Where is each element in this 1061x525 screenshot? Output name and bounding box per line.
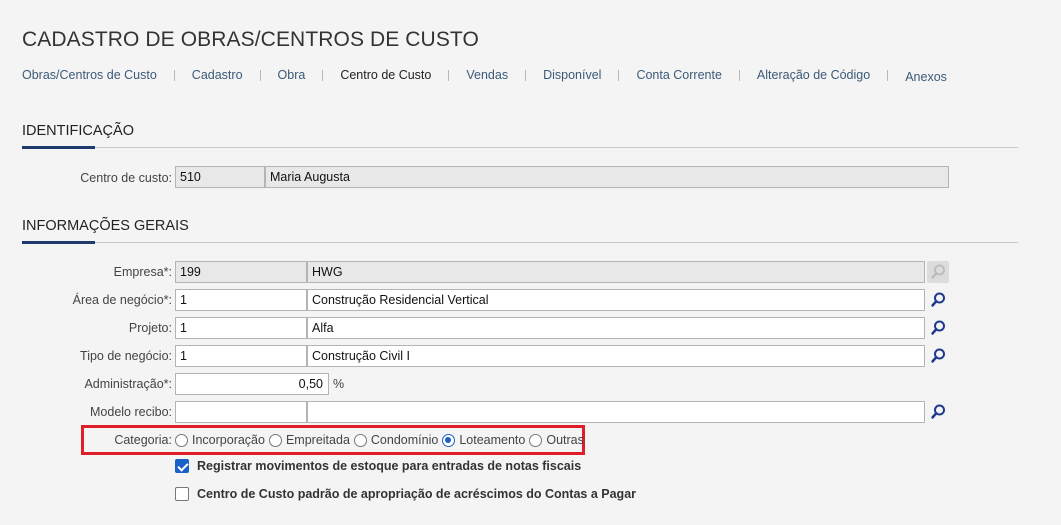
tab-anexos[interactable]: Anexos xyxy=(905,70,947,84)
checkbox-checked[interactable] xyxy=(175,459,189,473)
radio-label: Outras xyxy=(546,433,584,447)
tab-conta-corrente[interactable]: Conta Corrente xyxy=(636,68,721,82)
tab-separator xyxy=(448,69,450,81)
search-icon[interactable] xyxy=(927,289,949,311)
administracao-input[interactable]: 0,50 xyxy=(175,373,329,395)
tab-separator xyxy=(322,69,324,81)
radio-label: Loteamento xyxy=(459,433,526,447)
section-accent xyxy=(22,146,95,149)
section-title-identificacao: IDENTIFICAÇÃO xyxy=(22,123,134,139)
tipo-negocio-name-input[interactable]: Construção Civil I xyxy=(307,345,925,367)
tab-cadastro[interactable]: Cadastro xyxy=(192,68,243,82)
percent-unit: % xyxy=(333,377,345,391)
projeto-code-input[interactable]: 1 xyxy=(175,317,307,339)
centro-custo-label: Centro de custo: xyxy=(80,171,172,185)
empresa-label: Empresa*: xyxy=(113,265,172,279)
radio-empreitada[interactable]: Empreitada xyxy=(268,433,350,447)
centro-custo-code-field: 510 xyxy=(175,166,265,188)
tab-alteracao-codigo[interactable]: Alteração de Código xyxy=(757,68,870,82)
tab-separator xyxy=(738,69,740,81)
empresa-name-field: HWG xyxy=(307,261,925,283)
administracao-label: Administração*: xyxy=(84,377,172,391)
search-icon[interactable] xyxy=(927,345,949,367)
tab-separator xyxy=(173,69,175,81)
tab-bar: Obras/Centros de Custo Cadastro Obra Cen… xyxy=(22,68,947,84)
radio-button[interactable] xyxy=(529,433,543,447)
section-accent xyxy=(22,241,95,244)
search-icon[interactable] xyxy=(927,401,949,423)
categoria-label: Categoria: xyxy=(114,433,172,447)
radio-condominio[interactable]: Condomínio xyxy=(353,433,439,447)
radio-label: Empreitada xyxy=(285,433,350,447)
section-title-informacoes-gerais: INFORMAÇÕES GERAIS xyxy=(22,218,189,234)
radio-button[interactable] xyxy=(268,433,282,447)
radio-label: Condomínio xyxy=(370,433,439,447)
modelo-recibo-code-input[interactable] xyxy=(175,401,307,423)
checkbox-label: Centro de Custo padrão de apropriação de… xyxy=(197,487,637,501)
tab-separator xyxy=(618,69,620,81)
page-title: CADASTRO DE OBRAS/CENTROS DE CUSTO xyxy=(22,28,479,51)
tipo-negocio-code-input[interactable]: 1 xyxy=(175,345,307,367)
radio-incorporacao[interactable]: Incorporação xyxy=(175,433,265,447)
tab-separator xyxy=(259,69,261,81)
modelo-recibo-label: Modelo recibo: xyxy=(90,405,172,419)
radio-loteamento[interactable]: Loteamento xyxy=(442,433,525,447)
area-negocio-label: Área de negócio*: xyxy=(72,293,172,307)
section-divider xyxy=(22,146,1018,149)
tipo-negocio-label: Tipo de negócio: xyxy=(80,349,172,363)
radio-button[interactable] xyxy=(175,433,188,447)
search-icon[interactable] xyxy=(927,317,949,339)
radio-outras[interactable]: Outras xyxy=(529,433,584,447)
centro-custo-name-field: Maria Augusta xyxy=(265,166,949,188)
radio-button-selected[interactable] xyxy=(442,433,456,447)
categoria-radio-group: Incorporação Empreitada Condomínio Lotea… xyxy=(175,431,588,449)
checkbox-label: Registrar movimentos de estoque para ent… xyxy=(197,459,582,473)
area-negocio-name-input[interactable]: Construção Residencial Vertical xyxy=(307,289,925,311)
modelo-recibo-name-input[interactable] xyxy=(307,401,925,423)
tab-separator xyxy=(525,69,527,81)
tab-disponivel[interactable]: Disponível xyxy=(543,68,601,82)
area-negocio-code-input[interactable]: 1 xyxy=(175,289,307,311)
tab-obras-centros[interactable]: Obras/Centros de Custo xyxy=(22,68,157,82)
checkbox-unchecked[interactable] xyxy=(175,487,189,501)
check-registrar-estoque[interactable]: Registrar movimentos de estoque para ent… xyxy=(175,459,581,473)
check-centro-padrao-acrescimos[interactable]: Centro de Custo padrão de apropriação de… xyxy=(175,487,636,501)
tab-separator xyxy=(887,69,889,81)
projeto-label: Projeto: xyxy=(128,321,172,335)
radio-label: Incorporação xyxy=(192,433,265,447)
radio-button[interactable] xyxy=(353,433,367,447)
tab-obra[interactable]: Obra xyxy=(278,68,306,82)
projeto-name-input[interactable]: Alfa xyxy=(307,317,925,339)
search-icon-disabled xyxy=(927,261,949,283)
tab-vendas[interactable]: Vendas xyxy=(466,68,508,82)
section-divider xyxy=(22,241,1018,244)
empresa-code-field: 199 xyxy=(175,261,307,283)
tab-centro-de-custo[interactable]: Centro de Custo xyxy=(340,68,431,82)
